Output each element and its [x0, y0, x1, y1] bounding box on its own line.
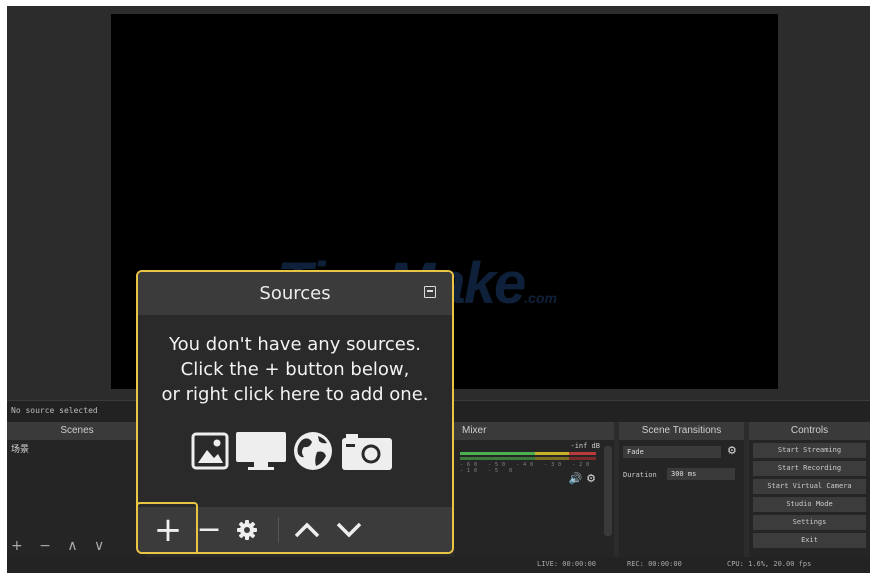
start-virtual-camera-button[interactable]: Start Virtual Camera — [753, 479, 866, 494]
exit-button[interactable]: Exit — [753, 533, 866, 548]
mixer-controls: 🔊 ⚙ — [569, 472, 596, 485]
no-source-label: No source selected — [11, 406, 98, 415]
start-recording-button[interactable]: Start Recording — [753, 461, 866, 476]
transitions-dock: Scene Transitions Fade ⚙ Duration 300 ms — [619, 422, 744, 558]
display-icon — [236, 432, 286, 470]
camera-icon — [342, 434, 392, 470]
image-icon — [191, 432, 229, 470]
volume-meter — [460, 452, 596, 455]
add-source-button[interactable]: + — [138, 502, 198, 552]
sources-title-bar: Sources — [138, 272, 452, 315]
status-bar: LIVE: 00:00:00 REC: 00:00:00 CPU: 1.6%, … — [7, 557, 870, 573]
mixer-db-readout: -inf dB — [570, 442, 600, 450]
start-streaming-button[interactable]: Start Streaming — [753, 443, 866, 458]
move-down-button[interactable] — [332, 507, 366, 552]
popout-icon[interactable] — [424, 286, 436, 298]
globe-icon — [294, 432, 332, 470]
chevron-down-icon — [336, 522, 362, 537]
controls-dock: Controls Start Streaming Start Recording… — [749, 422, 870, 558]
sources-dock-highlight: Sources You don't have any sources. Clic… — [136, 270, 454, 554]
duration-field[interactable]: 300 ms — [667, 468, 735, 480]
rec-timer: REC: 00:00:00 — [627, 560, 682, 568]
volume-meter-2 — [460, 457, 596, 460]
remove-source-button[interactable]: − — [196, 507, 221, 552]
controls-title: Controls — [749, 422, 870, 440]
message-line: or right click here to add one. — [161, 384, 429, 405]
cpu-readout: CPU: 1.6%, 20.00 fps — [727, 560, 812, 568]
message-line: You don't have any sources. — [169, 334, 421, 355]
transition-gear-icon[interactable]: ⚙ — [727, 444, 737, 457]
settings-button[interactable]: Settings — [753, 515, 866, 530]
live-timer: LIVE: 00:00:00 — [537, 560, 597, 568]
scenes-toolbar[interactable]: + − ∧ ∨ — [11, 538, 110, 554]
move-up-button[interactable] — [290, 507, 324, 552]
empty-sources-message[interactable]: You don't have any sources. Click the + … — [138, 332, 452, 407]
sources-toolbar: + − — [138, 502, 452, 552]
mixer-dock: Mixer -inf dB -60 -50 -40 -30 -20 -10 -5… — [454, 422, 614, 558]
toolbar-divider — [278, 517, 279, 543]
sources-title: Sources — [259, 283, 331, 304]
scenes-title: Scenes — [7, 422, 147, 440]
add-button-highlight — [138, 502, 198, 552]
scenes-dock: Scenes 场景 + − ∧ ∨ — [7, 422, 147, 558]
source-properties-button[interactable] — [230, 507, 264, 552]
speaker-icon[interactable]: 🔊 — [569, 472, 583, 485]
studio-mode-button[interactable]: Studio Mode — [753, 497, 866, 512]
transitions-title: Scene Transitions — [619, 422, 744, 440]
mixer-title: Mixer — [454, 422, 614, 440]
duration-label: Duration — [623, 471, 657, 479]
gear-icon — [237, 519, 257, 540]
transition-select[interactable]: Fade — [623, 446, 721, 458]
mixer-scrollbar[interactable] — [604, 446, 612, 536]
gear-icon[interactable]: ⚙ — [586, 472, 596, 485]
scene-item[interactable]: 场景 — [7, 440, 147, 457]
chevron-up-icon — [294, 522, 320, 537]
message-line: Click the + button below, — [180, 359, 410, 380]
